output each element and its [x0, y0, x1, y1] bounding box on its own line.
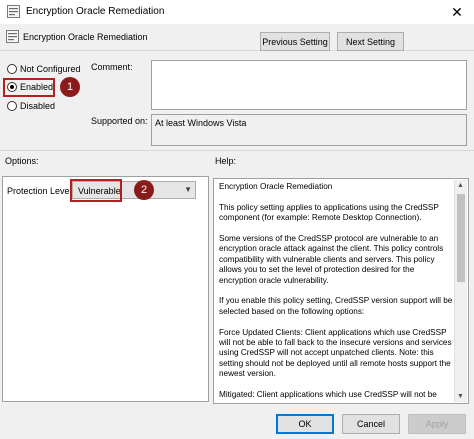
radio-disabled-circle[interactable]	[7, 101, 17, 111]
radio-not-configured-circle[interactable]	[7, 64, 17, 74]
comment-label: Comment:	[91, 62, 133, 72]
help-paragraph: Mitigated: Client applications which use…	[219, 390, 437, 400]
chevron-down-icon: ▼	[184, 185, 192, 194]
scroll-thumb[interactable]	[457, 194, 465, 282]
help-label: Help:	[215, 156, 237, 166]
radio-not-configured-label: Not Configured	[20, 64, 81, 74]
policy-name: Encryption Oracle Remediation	[23, 32, 148, 42]
section-divider	[0, 150, 474, 151]
window-title: Encryption Oracle Remediation	[26, 6, 165, 17]
supported-on-label: Supported on:	[91, 116, 148, 126]
radio-disabled[interactable]: Disabled	[7, 101, 55, 111]
help-paragraph: Some versions of the CredSSP protocol ar…	[219, 234, 444, 285]
help-text: Encryption Oracle Remediation This polic…	[219, 182, 453, 400]
help-paragraph: Force Updated Clients: Client applicatio…	[219, 327, 452, 379]
policy-icon	[6, 30, 19, 43]
protection-highlight-box	[70, 179, 122, 202]
scroll-up-icon[interactable]: ▲	[457, 182, 464, 189]
close-button[interactable]: ✕	[440, 0, 474, 24]
radio-disabled-label: Disabled	[20, 101, 56, 111]
close-icon: ✕	[451, 3, 463, 20]
next-setting-button[interactable]: Next Setting	[337, 32, 404, 51]
title-bar: Encryption Oracle Remediation ✕	[0, 0, 474, 24]
scroll-down-icon[interactable]: ▼	[457, 393, 464, 400]
protection-level-label: Protection Level:	[7, 186, 75, 196]
annotation-badge-1: 1	[60, 77, 80, 97]
radio-not-configured[interactable]: Not Configured	[7, 64, 81, 74]
supported-on-box: At least Windows Vista	[151, 114, 467, 146]
help-paragraph: If you enable this policy setting, CredS…	[219, 296, 453, 316]
annotation-badge-2: 2	[134, 180, 154, 200]
policy-app-icon	[7, 5, 20, 18]
options-panel	[2, 176, 209, 402]
enabled-highlight-box	[3, 78, 55, 97]
help-paragraph: Encryption Oracle Remediation	[219, 182, 333, 191]
apply-button[interactable]: Apply	[408, 414, 466, 434]
previous-setting-button[interactable]: Previous Setting	[260, 32, 330, 51]
help-scrollbar[interactable]: ▲ ▼	[454, 180, 467, 402]
cancel-button[interactable]: Cancel	[342, 414, 400, 434]
help-paragraph: This policy setting applies to applicati…	[219, 202, 439, 223]
options-label: Options:	[5, 156, 39, 166]
comment-textarea[interactable]	[151, 60, 467, 110]
supported-on-value: At least Windows Vista	[155, 118, 247, 128]
bottom-bar	[0, 406, 474, 439]
ok-button[interactable]: OK	[276, 414, 334, 434]
